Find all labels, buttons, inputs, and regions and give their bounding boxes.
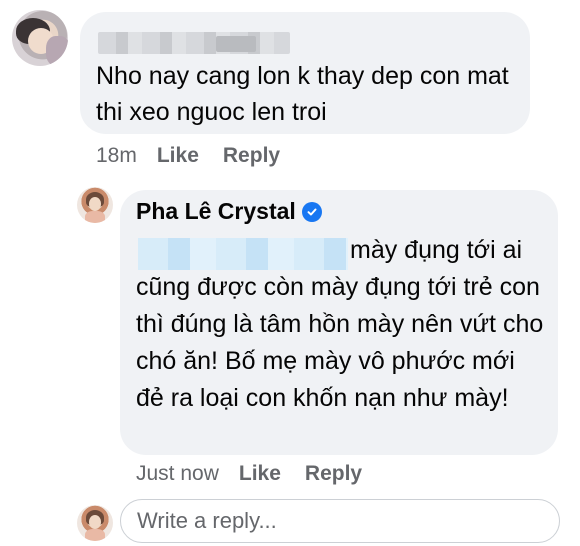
verified-badge-icon <box>301 201 322 222</box>
reply-button[interactable]: Reply <box>305 462 362 486</box>
like-button[interactable]: Like <box>239 462 281 486</box>
reply-text-line1: mày đụng tới <box>350 236 496 264</box>
reply-bubble: Pha Lê Crystal mày đụng tới ai cũng được… <box>120 190 558 455</box>
comment-text: Nho nay cang lon k thay dep con mat thi … <box>96 62 516 126</box>
reply-button[interactable]: Reply <box>223 144 280 168</box>
reply-author-avatar[interactable] <box>77 187 113 223</box>
reply-timestamp[interactable]: Just now <box>136 462 219 486</box>
reply-author-name[interactable]: Pha Lê Crystal <box>136 198 296 225</box>
comment-actions: 18m Like Reply <box>96 144 304 168</box>
commenter-avatar[interactable] <box>12 10 68 66</box>
write-reply-input[interactable]: Write a reply... <box>120 499 560 543</box>
reply-actions: Just now Like Reply <box>136 462 386 486</box>
reply-text: mày đụng tới ai cũng được còn mày đụng t… <box>136 232 546 417</box>
comment-timestamp[interactable]: 18m <box>96 144 137 168</box>
reply-author-row: Pha Lê Crystal <box>136 198 322 225</box>
redacted-author-name <box>98 32 290 54</box>
current-user-avatar <box>77 505 113 541</box>
reply-input-placeholder: Write a reply... <box>137 508 277 533</box>
comment-bubble: Nho nay cang lon k thay dep con mat thi … <box>80 12 530 134</box>
like-button[interactable]: Like <box>157 144 199 168</box>
